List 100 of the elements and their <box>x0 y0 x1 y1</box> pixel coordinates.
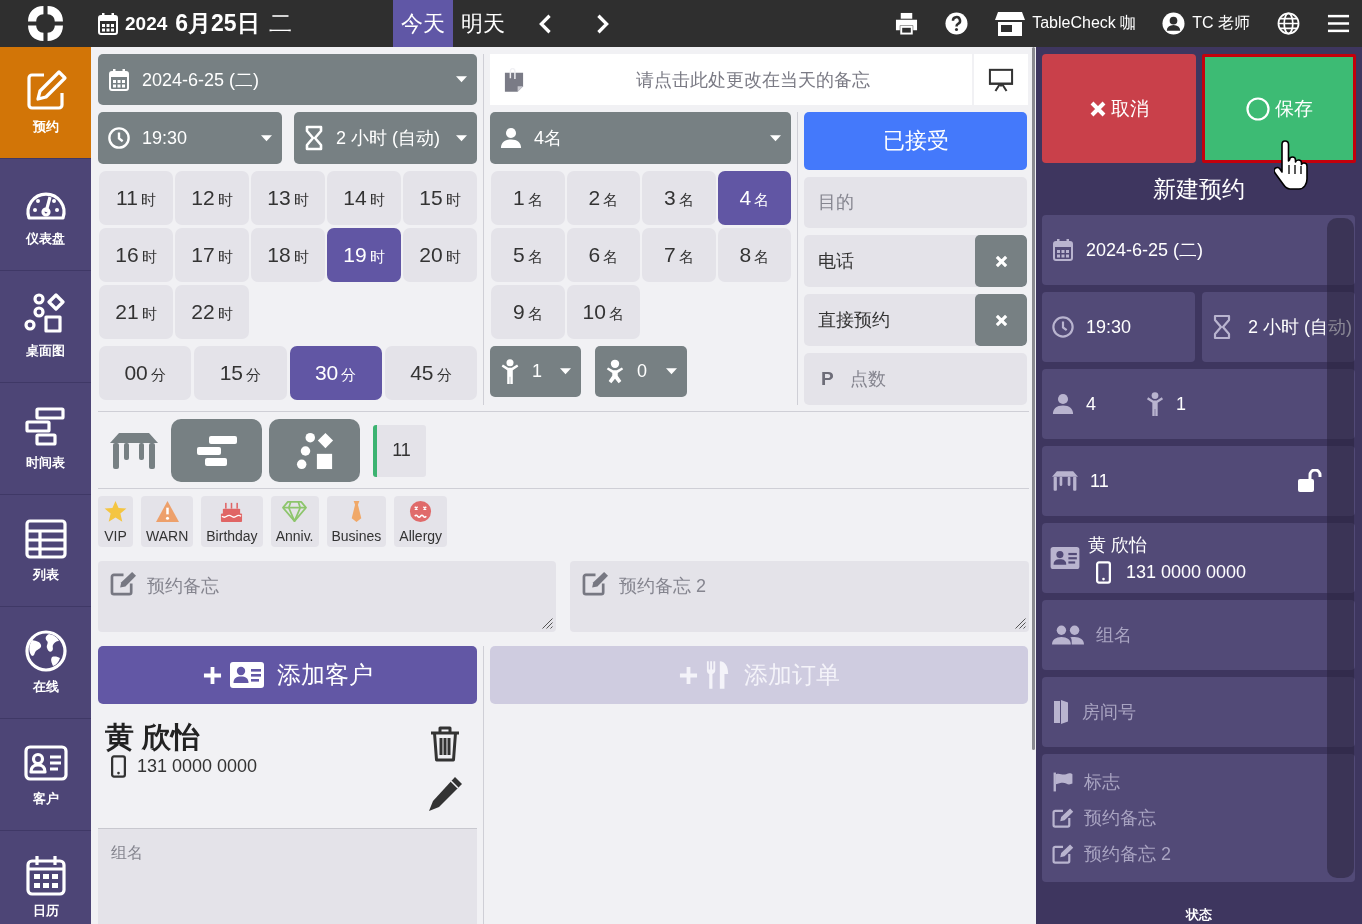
hour-option[interactable]: 20 时 <box>403 228 477 282</box>
hour-option[interactable]: 14 时 <box>327 171 401 225</box>
party-size-option[interactable]: 2 名 <box>566 171 640 225</box>
globe-icon[interactable] <box>1277 12 1300 35</box>
tag-button[interactable]: Busines <box>326 496 387 547</box>
hour-option[interactable]: 16 时 <box>99 228 173 282</box>
pencil-icon[interactable] <box>427 776 463 812</box>
day-tab[interactable]: 今天 <box>393 0 453 47</box>
party-size-option[interactable]: 6名 <box>566 228 640 282</box>
hour-option[interactable]: 15 时 <box>403 171 477 225</box>
group-name-field[interactable]: 组名 <box>98 829 477 924</box>
hour-option[interactable]: 19 时 <box>327 228 401 282</box>
table-card[interactable]: 11 <box>1042 446 1355 516</box>
hour-option[interactable]: 13 时 <box>251 171 325 225</box>
time-card[interactable]: 19:30 <box>1042 292 1195 362</box>
party-size-option[interactable]: 7 名 <box>642 228 716 282</box>
status-button[interactable]: 已接受 <box>804 112 1027 170</box>
duration-value: 2 小时 (自动) <box>1248 316 1352 339</box>
customer-phone: 131 0000 0000 <box>137 756 258 777</box>
calendar-icon <box>23 853 68 897</box>
time-select[interactable]: 19:30 <box>98 112 282 164</box>
hour-option[interactable]: 12 时 <box>175 171 249 225</box>
caret-icon <box>261 134 272 142</box>
table-number-tag[interactable]: 11 <box>373 424 426 477</box>
day-tab[interactable]: 明天 <box>453 0 513 47</box>
cancel-button[interactable]: 取消 <box>1042 54 1196 163</box>
date-month-day: 6月25日 <box>175 8 260 39</box>
note-label: 预约备忘 2 <box>1084 843 1171 866</box>
add-customer-button[interactable]: 添加客户 <box>98 646 477 704</box>
unlock-icon[interactable] <box>1297 469 1323 493</box>
hour-option[interactable]: 11 时 <box>99 171 173 225</box>
date-select[interactable]: 2024-6-25 (二) <box>98 54 477 105</box>
party-card[interactable]: 4 1 <box>1042 369 1355 439</box>
circle-icon <box>1245 96 1270 121</box>
presentation-button[interactable] <box>974 54 1028 105</box>
shop-name[interactable]: TableCheck 咖 <box>1032 13 1137 34</box>
party-size-option[interactable]: 1 名 <box>491 171 565 225</box>
store-icon[interactable] <box>995 10 1026 37</box>
timeline-button[interactable] <box>171 419 262 482</box>
floor-plan-button[interactable] <box>269 419 360 482</box>
sidebar-item[interactable]: 列表 <box>0 495 91 607</box>
duration-card[interactable]: 2 小时 (自动) <box>1202 292 1355 362</box>
tag-button[interactable]: VIP <box>98 496 133 547</box>
trash-icon[interactable] <box>430 726 460 762</box>
baby-count-select[interactable]: 0 <box>595 346 687 397</box>
party-size-option[interactable]: 10 名 <box>566 285 640 339</box>
tag-button[interactable]: Anniv. <box>270 496 319 547</box>
user-icon[interactable] <box>1162 12 1186 35</box>
id-card-icon <box>229 662 264 688</box>
remove-button[interactable] <box>975 235 1027 287</box>
party-size-select[interactable]: 4名 <box>490 112 791 164</box>
logo-icon[interactable] <box>27 5 64 42</box>
date-card[interactable]: 2024-6-25 (二) <box>1042 215 1355 285</box>
minute-option[interactable]: 15 分 <box>194 346 287 400</box>
minute-option[interactable]: 30分 <box>289 346 382 400</box>
tag-button[interactable]: Birthday <box>201 496 263 547</box>
hour-option[interactable]: 22 时 <box>175 285 249 339</box>
party-size-option[interactable]: 4名 <box>717 171 791 225</box>
resize-grip-icon[interactable] <box>541 617 553 629</box>
party-size-option[interactable]: 3 名 <box>642 171 716 225</box>
resize-grip-icon[interactable] <box>1014 617 1026 629</box>
day-memo-field[interactable]: 请点击此处更改在当天的备忘 <box>490 54 972 105</box>
remove-button[interactable] <box>975 294 1027 346</box>
hour-option[interactable]: 17 时 <box>175 228 249 282</box>
tag-button[interactable]: Allergy <box>394 496 448 547</box>
party-size-option[interactable]: 9 名 <box>491 285 565 339</box>
minute-option[interactable]: 45 分 <box>384 346 477 400</box>
dizzy-face-icon <box>408 500 434 523</box>
duration-select[interactable]: 2 小时 (自动) <box>294 112 477 164</box>
hour-option[interactable]: 18 时 <box>251 228 325 282</box>
shapes-icon <box>295 431 334 470</box>
scrollbar-thumb[interactable] <box>1327 218 1354 878</box>
user-name[interactable]: TC 老师 <box>1192 13 1250 34</box>
fork-knife-icon <box>705 660 730 690</box>
close-icon <box>994 313 1008 327</box>
minute-option[interactable]: 00 分 <box>99 346 192 400</box>
calendar-icon[interactable] <box>98 12 118 35</box>
scrollbar-thumb[interactable] <box>1032 47 1035 750</box>
tag-button[interactable]: WARN <box>141 496 194 547</box>
child-count-select[interactable]: 1 <box>490 346 581 397</box>
source-label: 电话 <box>817 250 855 273</box>
guest-card[interactable]: 黄 欣怡 131 0000 0000 <box>1042 523 1355 593</box>
chevron-right-icon[interactable] <box>595 12 611 35</box>
hourglass-icon <box>304 125 324 151</box>
party-size-option[interactable]: 8名 <box>717 228 791 282</box>
printer-icon[interactable] <box>895 12 919 35</box>
note-label: 标志 <box>1084 771 1120 794</box>
help-icon[interactable] <box>945 12 969 35</box>
points-field[interactable]: P 点数 <box>804 353 1027 405</box>
edit-icon <box>1052 843 1074 865</box>
hour-option[interactable]: 21 时 <box>99 285 173 339</box>
menu-icon[interactable] <box>1327 12 1350 35</box>
chevron-left-icon[interactable] <box>537 12 553 35</box>
sidebar-item[interactable]: 日历 <box>0 831 91 924</box>
purpose-field[interactable]: 目的 <box>804 177 1027 228</box>
table-icon[interactable] <box>110 430 158 471</box>
mobile-phone-icon <box>1096 560 1111 584</box>
party-size-option[interactable]: 5 名 <box>491 228 565 282</box>
date-value: 2024-6-25 (二) <box>1086 239 1204 262</box>
hourglass-icon <box>1212 314 1232 340</box>
